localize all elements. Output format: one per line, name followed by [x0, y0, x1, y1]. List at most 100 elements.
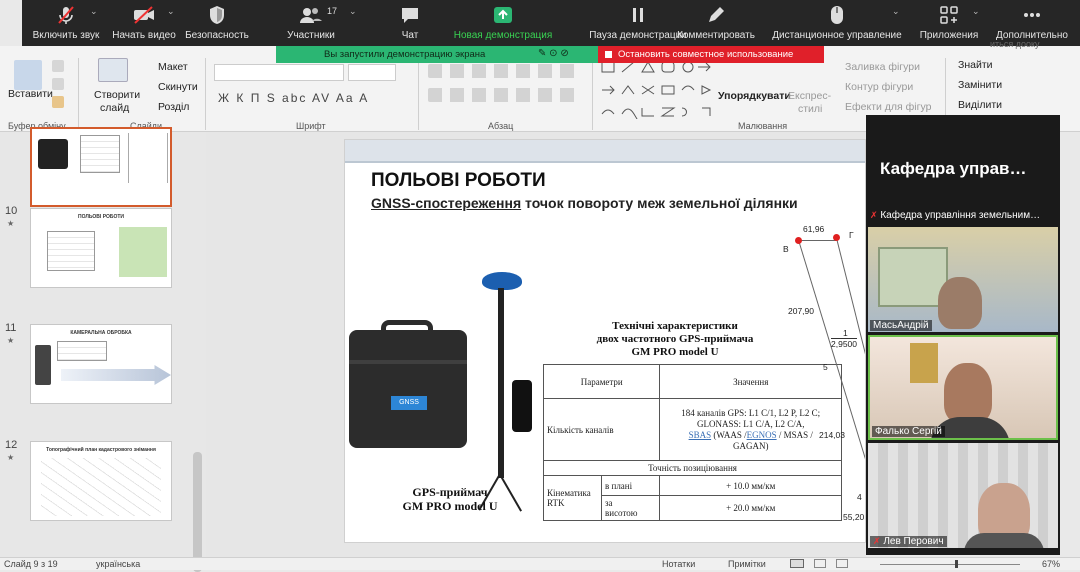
slide-counter: Слайд 9 з 19 [4, 559, 58, 569]
more-button[interactable]: Дополнительно [988, 4, 1076, 41]
participants-icon [300, 8, 322, 23]
slide-title: ПОЛЬОВІ РОБОТИ [371, 170, 546, 191]
video-options-caret[interactable]: ⌄ [167, 6, 175, 17]
cut-icon[interactable] [52, 60, 64, 72]
spec-height-value: + 20.0 мм/км [659, 495, 842, 521]
reset-button[interactable]: Скинути [158, 81, 198, 93]
font-format-tools[interactable]: Ж К П S abc AV Aa A [218, 91, 369, 105]
boundary-point [795, 237, 802, 244]
current-slide[interactable]: ПОЛЬОВІ РОБОТИ GNSS-спостереження точок … [344, 139, 866, 543]
participant-video-tile[interactable]: ✗ Лев Перович [868, 443, 1058, 548]
participant-video-tile[interactable]: МасьАндрій [868, 227, 1058, 332]
new-slide-button[interactable]: Створити [94, 89, 140, 101]
format-painter-icon[interactable] [52, 96, 64, 108]
thumb-table [80, 135, 120, 173]
participant-video-tile-active[interactable]: Фалько Сергій [868, 335, 1058, 440]
slide-header-line [345, 161, 865, 163]
slide-thumbnail-12[interactable]: Топографічний план кадастрового знімання [30, 441, 172, 521]
slide-thumbnail-9[interactable] [30, 127, 172, 207]
shape-effects-button[interactable]: Ефекти для фігур [845, 101, 931, 113]
slide-transition-icon: ★ [7, 219, 15, 228]
wall-icon-image [910, 343, 938, 383]
paragraph-tools-2[interactable] [428, 88, 578, 102]
slide-subtitle: GNSS-спостереження точок повороту меж зе… [371, 195, 798, 211]
zoom-slider-thumb[interactable] [955, 560, 958, 568]
security-button[interactable]: Безопасность [182, 4, 252, 41]
new-share-button[interactable]: Новая демонстрация [450, 4, 556, 41]
apps-caret[interactable]: ⌄ [972, 6, 980, 17]
status-bar: Слайд 9 з 19 українська Нотатки Примітки… [0, 557, 1080, 570]
mic-muted-icon [58, 6, 74, 24]
plot-label: 1 [843, 328, 848, 338]
shapes-gallery[interactable] [600, 59, 714, 119]
chat-button[interactable]: Чат [390, 4, 430, 41]
spec-plan-label: в плані [600, 475, 661, 496]
spec-plan-value: + 10.0 мм/км [659, 475, 842, 496]
quick-styles-button[interactable]: Експрес- [788, 90, 831, 102]
slide-sorter-icon[interactable] [814, 559, 826, 568]
thumbnails-scrollbar[interactable] [193, 452, 202, 572]
section-button[interactable]: Розділ [158, 101, 189, 113]
spec-header-value: Значення [659, 364, 842, 399]
language-indicator[interactable]: українська [96, 559, 140, 569]
shape-fill-button[interactable]: Заливка фігури [845, 61, 920, 73]
spec-heading: Технічні характеристики двох частотного … [596, 320, 754, 358]
audio-options-caret[interactable]: ⌄ [90, 6, 98, 17]
paste-button[interactable]: Вставити [8, 88, 53, 100]
plot-label: 214,03 [819, 430, 845, 440]
sharing-message: Вы запустили демонстрацию экрана [324, 49, 486, 60]
layout-button[interactable]: Макет [158, 61, 188, 73]
drawing-group-label: Малювання [738, 121, 788, 131]
notes-button[interactable]: Нотатки [662, 559, 695, 569]
gnss-case-image: GNSS [349, 320, 467, 448]
pen-icon [709, 7, 724, 22]
annotate-button[interactable]: Комментировать [674, 4, 758, 41]
plot-label: 2,9500 [831, 338, 857, 349]
slide-thumbnail-10[interactable]: ПОЛЬОВІ РОБОТИ [30, 208, 172, 288]
thumb-arrow [61, 365, 171, 385]
video-off-icon [134, 6, 154, 24]
select-button[interactable]: Виділити [958, 99, 1002, 111]
stop-share-button[interactable]: Остановить совместное использование [598, 46, 824, 63]
spec-channels-value: 184 каналів GPS: L1 C/1, L2 P, L2 C; GLO… [659, 398, 842, 461]
participants-caret[interactable]: ⌄ [349, 6, 357, 17]
share-screen-icon [494, 7, 512, 23]
normal-view-icon[interactable] [790, 559, 804, 568]
zoom-slider[interactable] [880, 564, 1020, 565]
copy-icon[interactable] [52, 78, 64, 90]
boundary-point [833, 234, 840, 241]
reading-view-icon[interactable] [836, 559, 848, 568]
ribbon-separator [205, 58, 206, 130]
find-button[interactable]: Знайти [958, 59, 993, 71]
remote-control-button[interactable]: Дистанционное управление [766, 4, 908, 41]
font-size-box[interactable] [348, 64, 396, 81]
paragraph-tools[interactable] [428, 64, 578, 78]
controller-image [512, 380, 532, 432]
mouse-icon [831, 6, 843, 24]
arrange-button[interactable]: Упорядкувати [718, 90, 791, 102]
ribbon-edge-text: иться дооку [990, 39, 1040, 49]
thumb-image [35, 345, 51, 385]
remote-control-caret[interactable]: ⌄ [892, 6, 900, 17]
slide-thumbnails-panel: 10 ★ ПОЛЬОВІ РОБОТИ 11 ★ КАМЕРАЛЬНА ОБРО… [0, 127, 206, 572]
plot-label: В [783, 244, 789, 254]
share-status-icons[interactable]: ✎ ⊙ ⊘ [538, 48, 569, 59]
font-name-box[interactable] [214, 64, 344, 81]
participant-name: МасьАндрій [870, 320, 932, 331]
paste-icon [14, 60, 42, 90]
plot-label: Г [849, 230, 854, 240]
plot-boundary-line [798, 240, 836, 241]
video-panel: Кафедра управ… ✗ Кафедра управління земе… [866, 115, 1060, 555]
participant-shoulders [964, 533, 1044, 548]
thumb-image [38, 139, 68, 169]
replace-button[interactable]: Замінити [958, 79, 1002, 91]
spec-kinematics: Кінематика RTK [543, 475, 602, 521]
slide-thumbnail-11[interactable]: КАМЕРАЛЬНА ОБРОБКА [30, 324, 172, 404]
ribbon-separator [592, 58, 593, 130]
participant-name: Фалько Сергій [872, 426, 945, 437]
survey-pole-image [498, 288, 504, 478]
shape-outline-button[interactable]: Контур фігури [845, 81, 913, 93]
pause-icon [633, 8, 643, 22]
slide-transition-icon: ★ [7, 336, 15, 345]
comments-button[interactable]: Примітки [728, 559, 766, 569]
